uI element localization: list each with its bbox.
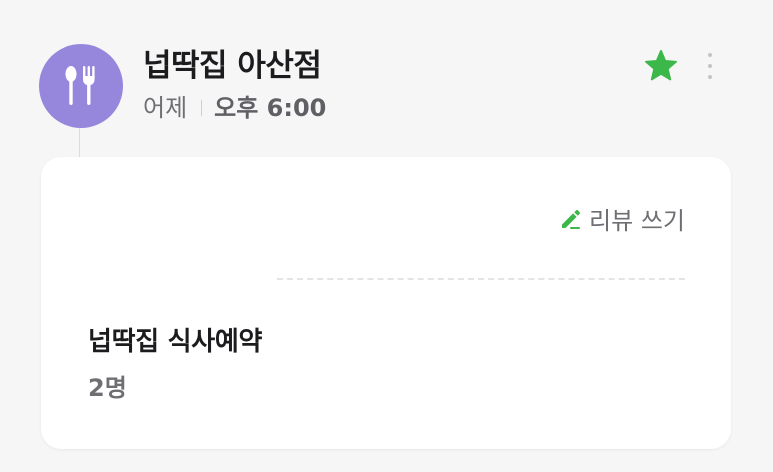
meta-divider	[201, 100, 203, 116]
reservation-card[interactable]: 리뷰 쓰기 넙딱집 식사예약 2명	[41, 157, 731, 449]
card-divider	[277, 278, 685, 280]
star-icon	[643, 49, 679, 87]
visit-meta: 어제 오후 6:00	[143, 90, 326, 126]
pencil-icon	[559, 207, 583, 231]
write-review-button[interactable]: 리뷰 쓰기	[559, 201, 685, 236]
write-review-label: 리뷰 쓰기	[589, 207, 685, 235]
timeline-connector	[79, 128, 80, 160]
place-name: 넙딱집 아산점	[143, 48, 322, 84]
party-size: 2명	[88, 374, 127, 402]
visit-date: 어제	[143, 94, 188, 122]
favorite-button[interactable]	[641, 48, 681, 88]
place-avatar	[39, 44, 123, 128]
fork-spoon-icon	[61, 64, 101, 108]
visit-time: 오후 6:00	[214, 94, 327, 122]
more-options-button[interactable]	[696, 48, 724, 84]
more-vertical-icon	[708, 53, 712, 57]
reservation-title: 넙딱집 식사예약	[88, 327, 263, 357]
